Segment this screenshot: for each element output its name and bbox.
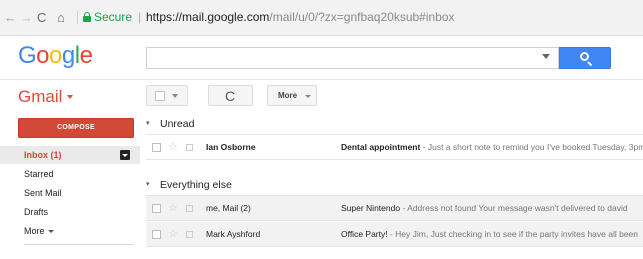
gmail-menu-label[interactable]: Gmail — [18, 87, 62, 107]
message-checkbox[interactable] — [152, 143, 161, 152]
message-row[interactable]: ☆ Mark Ayshford Office Party! - Hey Jim,… — [146, 222, 643, 247]
collapse-chevron-icon[interactable]: ▾ — [146, 116, 160, 132]
sidebar-item-more[interactable]: More — [0, 222, 140, 240]
address-bar[interactable]: https://mail.google.com/mail/u/0/?zx=gnf… — [146, 10, 455, 24]
section-title: Everything else — [160, 179, 232, 191]
message-sender: me, Mail (2) — [206, 203, 251, 213]
reload-icon[interactable]: C — [37, 11, 46, 25]
sidebar-divider — [24, 244, 134, 245]
search-input[interactable] — [146, 47, 559, 69]
important-marker-icon[interactable] — [186, 231, 193, 238]
logo-letter: e — [79, 42, 93, 69]
logo-letter: o — [36, 42, 50, 69]
message-row[interactable]: ☆ me, Mail (2) Super Nintendo - Address … — [146, 196, 643, 221]
url-separator: | — [138, 10, 142, 24]
google-logo[interactable]: Google — [18, 42, 93, 70]
sidebar-item-label: Sent Mail — [24, 188, 62, 198]
select-all-button[interactable] — [146, 85, 188, 106]
toolbar-divider — [77, 11, 78, 24]
refresh-button[interactable]: C — [208, 85, 253, 106]
url-host: https://mail.google.com — [146, 10, 270, 24]
logo-letter: g — [61, 42, 75, 69]
message-sender: Mark Ayshford — [206, 229, 261, 239]
section-header-everything-else[interactable]: ▾ Everything else — [146, 177, 232, 193]
star-icon[interactable]: ☆ — [168, 135, 178, 159]
home-icon[interactable]: ⌂ — [57, 11, 65, 25]
refresh-icon: C — [225, 88, 236, 104]
message-snippet: - Hey Jim, Just checking in to see if th… — [387, 229, 639, 239]
message-checkbox[interactable] — [152, 230, 161, 239]
message-subject: Office Party! — [341, 229, 388, 239]
sidebar-item-label: Inbox (1) — [24, 150, 62, 160]
secure-label[interactable]: Secure — [94, 10, 132, 24]
sidebar-item-inbox[interactable]: Inbox (1) — [0, 146, 140, 164]
label-menu-icon[interactable] — [120, 150, 130, 160]
message-row[interactable]: ☆ Ian Osborne Dental appointment - Just … — [146, 135, 643, 160]
logo-letter: G — [18, 42, 37, 69]
more-actions-button[interactable]: More — [267, 85, 317, 106]
chevron-down-icon — [172, 94, 178, 98]
back-arrow-icon[interactable]: ← — [4, 11, 17, 25]
logo-letter: o — [49, 42, 62, 69]
message-snippet: - Just a short note to remind you I've b… — [420, 142, 643, 152]
chevron-down-icon — [47, 230, 54, 234]
sidebar-item-label: Starred — [24, 169, 54, 179]
browser-toolbar: ← → C ⌂ Secure | https://mail.google.com… — [0, 0, 643, 36]
message-preview: Office Party! - Hey Jim, Just checking i… — [341, 222, 643, 246]
section-title: Unread — [160, 118, 195, 130]
important-marker-icon[interactable] — [186, 205, 193, 212]
message-snippet: - Address not found Your message wasn't … — [400, 203, 628, 213]
star-icon[interactable]: ☆ — [168, 196, 178, 220]
star-icon[interactable]: ☆ — [168, 222, 178, 246]
message-sender: Ian Osborne — [206, 142, 256, 152]
gmail-chevron-down-icon[interactable] — [67, 95, 73, 99]
lock-icon — [83, 12, 91, 22]
collapse-chevron-icon[interactable]: ▾ — [146, 177, 160, 193]
select-all-checkbox[interactable] — [155, 91, 165, 101]
search-button[interactable] — [559, 47, 611, 69]
chevron-down-icon — [305, 95, 311, 98]
compose-button[interactable]: COMPOSE — [18, 118, 134, 138]
search-options-chevron-icon[interactable] — [542, 54, 550, 59]
header-divider — [0, 79, 643, 80]
sidebar-item-label: More — [24, 226, 45, 236]
sidebar-item-label: Drafts — [24, 207, 49, 217]
message-preview: Dental appointment - Just a short note t… — [341, 135, 643, 159]
more-actions-label: More — [278, 91, 298, 100]
sidebar-item-starred[interactable]: Starred — [0, 165, 140, 183]
sidebar-item-drafts[interactable]: Drafts — [0, 203, 140, 221]
url-path: /mail/u/0/?zx=gnfbaq20ksub#inbox — [269, 10, 455, 24]
important-marker-icon[interactable] — [186, 144, 193, 151]
forward-arrow-icon[interactable]: → — [20, 11, 33, 25]
section-header-unread[interactable]: ▾ Unread — [146, 116, 194, 132]
message-preview: Super Nintendo - Address not found Your … — [341, 196, 643, 220]
message-subject: Super Nintendo — [341, 203, 401, 213]
sidebar-item-sent-mail[interactable]: Sent Mail — [0, 184, 140, 202]
search-icon — [580, 52, 593, 67]
message-subject: Dental appointment — [341, 142, 421, 152]
message-checkbox[interactable] — [152, 204, 161, 213]
